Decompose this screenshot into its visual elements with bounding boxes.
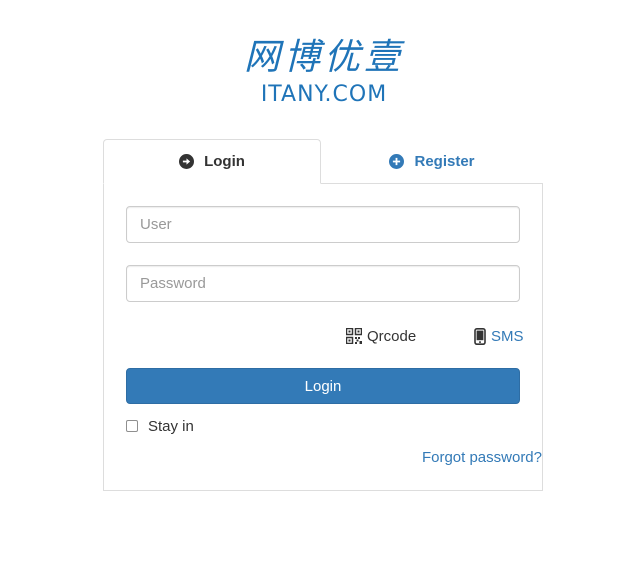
qrcode-icon <box>346 328 362 344</box>
qrcode-login-link[interactable]: Qrcode <box>346 326 416 346</box>
tab-register[interactable]: Register <box>321 139 543 184</box>
mobile-phone-icon <box>474 327 486 345</box>
stay-in-option: Stay in <box>126 417 194 435</box>
tab-register-label: Register <box>414 153 475 170</box>
tab-login-label: Login <box>204 153 245 170</box>
plus-circle-icon <box>389 154 405 169</box>
auth-tabs: Login Register <box>103 139 543 184</box>
user-input[interactable] <box>126 206 520 243</box>
logo-chinese-text: 网博优壹 <box>243 37 404 78</box>
stay-in-checkbox[interactable] <box>126 420 138 432</box>
stay-in-label[interactable]: Stay in <box>148 418 194 435</box>
sms-login-link[interactable]: SMS <box>474 326 524 346</box>
login-button[interactable]: Login <box>126 368 520 404</box>
qrcode-label: Qrcode <box>367 327 417 345</box>
sms-label: SMS <box>491 327 524 345</box>
forgot-password-link[interactable]: Forgot password? <box>422 449 542 466</box>
tab-login[interactable]: Login <box>103 139 321 184</box>
logo-english-text: ITANY.COM <box>260 82 388 107</box>
site-logo: 网博优壹 ITANY.COM <box>0 36 642 108</box>
password-input[interactable] <box>126 265 520 302</box>
arrow-circle-right-icon <box>179 154 195 169</box>
